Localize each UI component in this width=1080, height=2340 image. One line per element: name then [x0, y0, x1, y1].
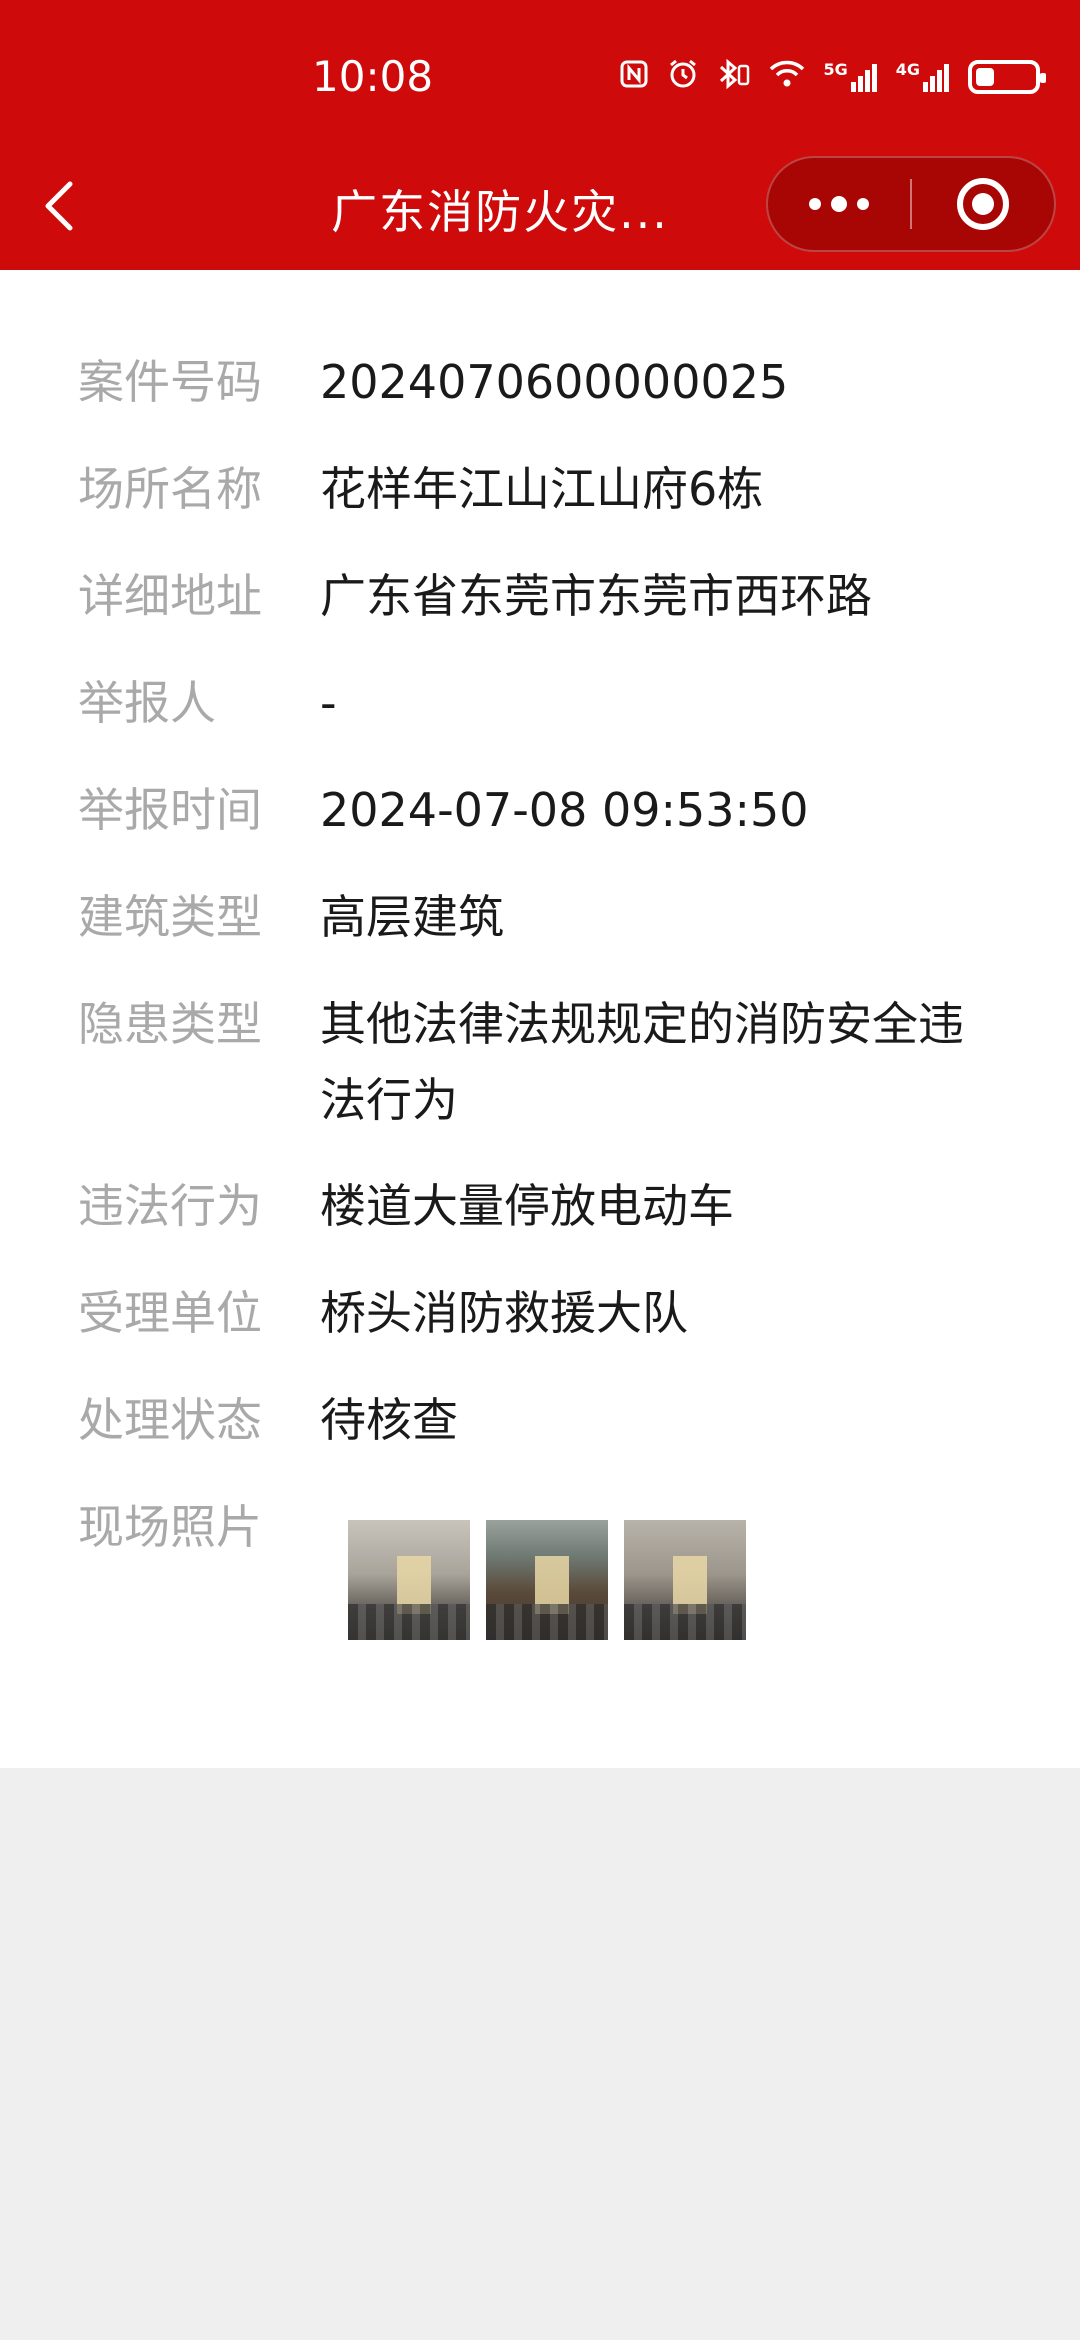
detail-value: 2024070600000025	[320, 355, 789, 409]
target-circle-icon	[956, 178, 1009, 230]
detail-row-case-number: 案件号码 2024070600000025	[78, 344, 1000, 420]
detail-label: 举报人	[78, 676, 216, 730]
detail-label: 受理单位	[78, 1286, 262, 1340]
miniprogram-capsule	[766, 156, 1056, 252]
5g-label: 5G	[823, 60, 848, 79]
close-miniprogram-button[interactable]	[912, 156, 1054, 252]
detail-row-hazard-type: 隐患类型 其他法律法规规定的消防安全违法行为	[78, 986, 1000, 1138]
more-dot-icon	[831, 196, 847, 212]
detail-label: 案件号码	[78, 355, 262, 409]
detail-value: 2024-07-08 09:53:50	[320, 783, 809, 837]
detail-value: 花样年江山江山府6栋	[320, 462, 764, 516]
wifi-icon	[769, 59, 805, 95]
detail-label: 场所名称	[78, 462, 262, 516]
more-dot-icon	[857, 198, 869, 210]
detail-row-photos: 现场照片	[78, 1489, 320, 1565]
battery-icon	[968, 60, 1046, 94]
site-photos	[348, 1520, 746, 1640]
nfc-icon	[619, 59, 649, 95]
more-dot-icon	[809, 198, 821, 210]
photo-bikes	[624, 1604, 746, 1640]
detail-row-place-name: 场所名称 花样年江山江山府6栋	[78, 451, 1000, 527]
detail-row-violation: 违法行为 楼道大量停放电动车	[78, 1168, 1000, 1244]
detail-row-handling-unit: 受理单位 桥头消防救援大队	[78, 1275, 1000, 1351]
page-title: 广东消防火灾...	[331, 185, 669, 239]
detail-label: 建筑类型	[78, 890, 262, 944]
site-photo-thumbnail[interactable]	[486, 1520, 608, 1640]
detail-value: 高层建筑	[320, 890, 504, 944]
detail-label: 隐患类型	[78, 997, 262, 1051]
detail-value: 待核查	[320, 1393, 458, 1447]
detail-label: 现场照片	[78, 1500, 262, 1554]
battery-fill	[976, 68, 994, 86]
4g-label: 4G	[895, 60, 920, 79]
detail-value: 广东省东莞市东莞市西环路	[320, 569, 872, 623]
detail-row-address: 详细地址 广东省东莞市东莞市西环路	[78, 558, 1000, 634]
detail-label: 处理状态	[78, 1393, 262, 1447]
site-photo-thumbnail[interactable]	[348, 1520, 470, 1640]
detail-row-building-type: 建筑类型 高层建筑	[78, 879, 1000, 955]
detail-label: 举报时间	[78, 783, 262, 837]
detail-row-status: 处理状态 待核查	[78, 1382, 1000, 1458]
detail-value: 桥头消防救援大队	[320, 1286, 688, 1340]
detail-label: 违法行为	[78, 1179, 262, 1233]
detail-value: 楼道大量停放电动车	[320, 1179, 734, 1233]
bluetooth-icon	[717, 58, 751, 96]
photo-bikes	[348, 1604, 470, 1640]
detail-label: 详细地址	[78, 569, 262, 623]
alarm-icon	[667, 58, 699, 96]
site-photo-thumbnail[interactable]	[624, 1520, 746, 1640]
detail-value: 其他法律法规规定的消防安全违法行为	[320, 997, 964, 1127]
detail-row-reporter: 举报人 -	[78, 665, 1000, 741]
status-time: 10:08	[312, 52, 434, 101]
4g-signal-icon: 4G	[896, 62, 950, 92]
status-icons: 5G 4G	[619, 58, 1046, 96]
photo-bikes	[486, 1604, 608, 1640]
more-button[interactable]	[768, 156, 910, 252]
app-header: 10:08 5G 4G 广东消防火灾...	[0, 0, 1080, 270]
5g-signal-icon: 5G	[823, 62, 877, 92]
detail-value: -	[320, 676, 337, 730]
detail-row-report-time: 举报时间 2024-07-08 09:53:50	[78, 772, 1000, 848]
